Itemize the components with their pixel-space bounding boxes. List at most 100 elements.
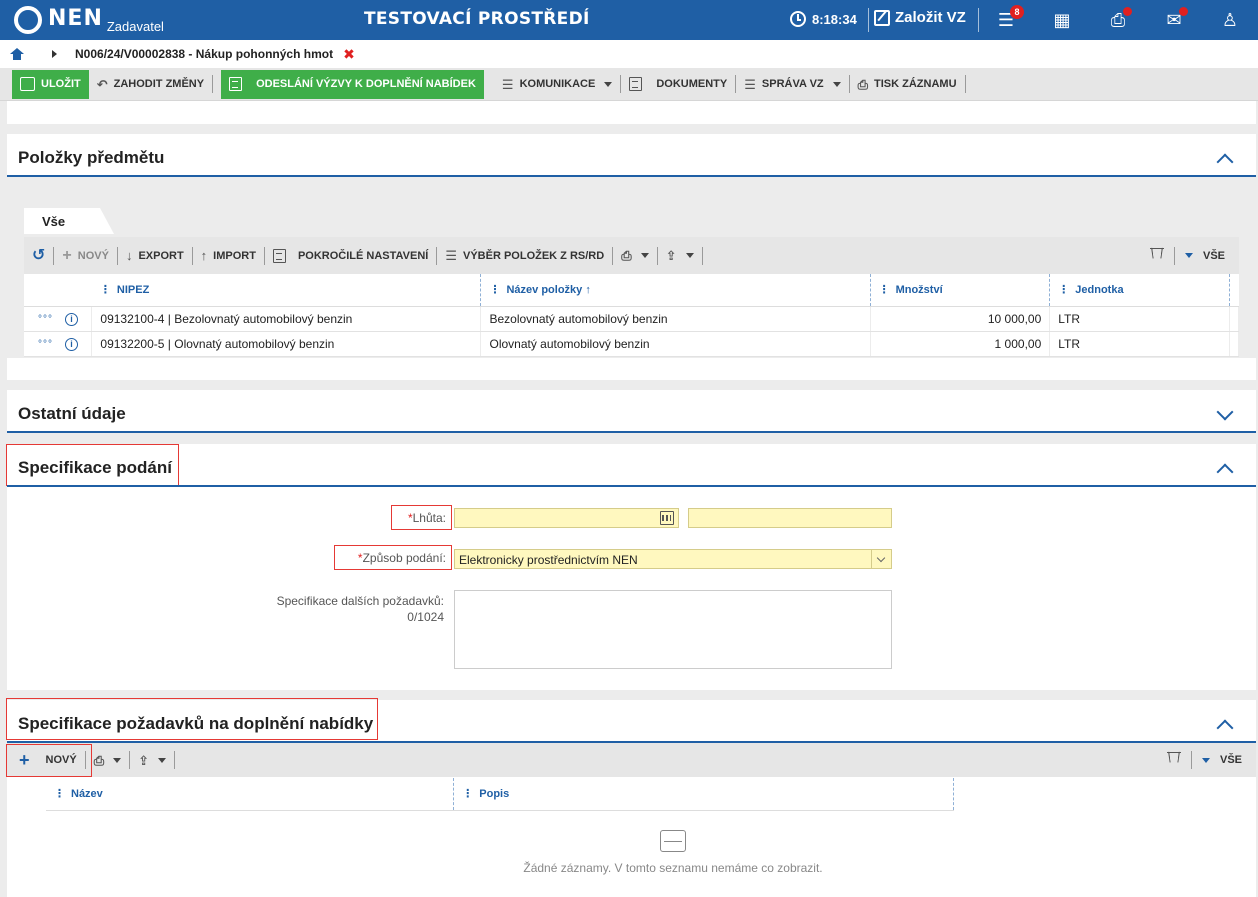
chevron-down-icon [158, 757, 167, 763]
character-counter: 0/1024 [407, 610, 444, 624]
cell-quantity: 10 000,00 [870, 306, 1051, 332]
download-icon: ↓ [125, 248, 133, 263]
column-header-name[interactable]: ⋮ Název položky ↑ [480, 274, 871, 307]
printer-icon: ⎙ [621, 248, 632, 263]
document-icon [272, 248, 286, 263]
more-options-icon[interactable]: °°° [38, 339, 53, 350]
document-icon [629, 77, 643, 91]
deadline-time-input[interactable] [688, 508, 892, 528]
column-menu-icon[interactable]: ⋮ [1058, 284, 1069, 296]
calculator-button[interactable]: ▦ [1050, 8, 1074, 32]
cell-unit: LTR [1049, 331, 1230, 357]
tab-all-label: Vše [42, 214, 66, 229]
calendar-icon[interactable] [660, 511, 674, 525]
save-button[interactable]: ULOŽIT [12, 69, 89, 99]
create-contract-button[interactable]: Založit VZ [874, 9, 966, 26]
column-menu-icon[interactable]: ⋮ [489, 284, 500, 296]
list-icon: ☰ [501, 76, 514, 92]
home-icon[interactable] [10, 48, 24, 60]
spacer-column-header [1229, 274, 1239, 307]
export-button[interactable]: ↓ EXPORT [118, 249, 192, 262]
list-icon: ☰ [445, 248, 457, 263]
chevron-down-icon [604, 81, 613, 87]
cell-quantity: 1 000,00 [870, 331, 1051, 357]
manage-contract-menu[interactable]: ☰ SPRÁVA VZ [736, 70, 848, 99]
share-menu[interactable]: ⇪ [658, 249, 702, 262]
chevron-down-icon[interactable] [1184, 253, 1193, 258]
info-icon[interactable]: i [65, 313, 78, 326]
close-tab-icon[interactable]: ✖ [343, 46, 355, 63]
filter-icon[interactable] [1149, 247, 1164, 264]
toolbar-divider [1190, 751, 1192, 769]
chevron-down-icon[interactable] [871, 550, 891, 568]
logo-subtitle: Zadavatel [106, 19, 164, 34]
refresh-button[interactable]: ↺ [24, 247, 53, 264]
deadline-date-input[interactable] [454, 508, 679, 528]
column-header-description[interactable]: ⋮ Popis [453, 778, 954, 811]
cell-name: Olovnatý automobilový benzin [480, 331, 871, 357]
chevron-down-icon [685, 253, 694, 258]
other-section-title[interactable]: Ostatní údaje [18, 404, 126, 424]
printer-icon: ⎙ [857, 76, 869, 92]
chevron-down-icon[interactable] [1201, 757, 1210, 763]
cell-name: Bezolovnatý automobilový benzin [480, 306, 871, 332]
toolbar-divider [174, 751, 176, 769]
import-label: IMPORT [213, 249, 256, 262]
submission-method-select[interactable]: Elektronicky prostřednictvím NEN [454, 549, 892, 569]
view-all-label[interactable]: VŠE [1220, 754, 1242, 766]
user-button[interactable]: ♙ [1218, 8, 1242, 32]
documents-button[interactable]: DOKUMENTY [621, 70, 735, 99]
share-icon: ⇪ [138, 752, 150, 768]
breadcrumb-title[interactable]: N006/24/V00002838 - Nákup pohonných hmot [75, 47, 333, 61]
requirements-table: ⋮ Název ⋮ Popis [46, 778, 954, 811]
session-time: 8:18:34 [812, 11, 857, 27]
column-header-unit[interactable]: ⋮ Jednotka [1049, 274, 1230, 307]
breadcrumb-arrow-icon [52, 50, 57, 58]
mail-button[interactable]: ✉ [1162, 7, 1188, 32]
column-header-name[interactable]: ⋮ Název [46, 778, 455, 811]
more-options-icon[interactable]: °°° [38, 314, 53, 325]
column-menu-icon[interactable]: ⋮ [462, 788, 473, 800]
items-grid-toolbar: ↺ + NOVÝ ↓ EXPORT ↑ IMPORT POKROČILÉ NASTAV… [24, 237, 1239, 274]
share-icon: ⇪ [665, 248, 677, 263]
advanced-label: POKROČILÉ NASTAVENÍ [297, 249, 429, 262]
advanced-settings-button[interactable]: POKROČILÉ NASTAVENÍ [265, 248, 436, 263]
select-items-button[interactable]: ☰ VÝBĚR POLOŽEK Z RS/RD [437, 249, 612, 262]
list-icon: ☰ [744, 76, 756, 92]
column-header-nipez[interactable]: ⋮ NIPEZ [91, 274, 482, 307]
table-row[interactable]: °°° i 09132100-4 | Bezolovnatý automobilo… [24, 306, 1240, 332]
sort-ascending-icon: ↑ [585, 284, 591, 297]
import-button[interactable]: ↑ IMPORT [193, 249, 264, 262]
discard-label: ZAHODIT ZMĚNY [113, 78, 205, 90]
filter-icon[interactable] [1166, 752, 1181, 768]
print-record-button[interactable]: ⎙ TISK ZÁZNAMU [850, 70, 965, 99]
discard-changes-button[interactable]: ↶ ZAHODIT ZMĚNY [89, 70, 212, 99]
menu-button[interactable]: ☰ 8 [994, 5, 1024, 32]
column-menu-icon[interactable]: ⋮ [54, 788, 65, 800]
column-header-quantity[interactable]: ⋮ Množství [870, 274, 1051, 307]
header-divider [978, 8, 979, 32]
share-menu[interactable]: ⇪ [130, 754, 174, 767]
view-all-label[interactable]: VŠE [1203, 250, 1225, 262]
upload-icon: ↑ [200, 248, 208, 263]
submission-method-label: *Způsob podání: [357, 551, 446, 565]
print-menu[interactable]: ⎙ [613, 249, 656, 262]
toolbar-divider [1173, 246, 1175, 265]
inbox-button[interactable]: ⎙ [1106, 7, 1132, 32]
new-item-button[interactable]: + NOVÝ [54, 247, 117, 264]
communication-menu[interactable]: ☰ KOMUNIKACE [494, 70, 620, 99]
table-row[interactable]: °°° i 09132200-5 | Olovnatý automobilový … [24, 331, 1240, 357]
print-menu[interactable]: ⎙ [86, 754, 129, 767]
info-icon[interactable]: i [65, 338, 78, 351]
highlight-frame [6, 744, 92, 777]
documents-label: DOKUMENTY [656, 78, 728, 90]
nen-logo[interactable]: NEN Zadavatel [14, 5, 164, 35]
requirements-grid-toolbar: + NOVÝ ⎙ ⇪ VŠE [7, 743, 1256, 777]
filter-controls: VŠE [1166, 743, 1256, 777]
column-menu-icon[interactable]: ⋮ [100, 284, 111, 296]
tab-all[interactable]: Vše [24, 208, 114, 234]
send-request-button[interactable]: ODESLÁNÍ VÝZVY K DOPLNĚNÍ NABÍDEK [221, 69, 484, 99]
additional-requirements-textarea[interactable] [454, 590, 892, 669]
section-underline [7, 485, 1256, 487]
column-menu-icon[interactable]: ⋮ [879, 284, 890, 296]
